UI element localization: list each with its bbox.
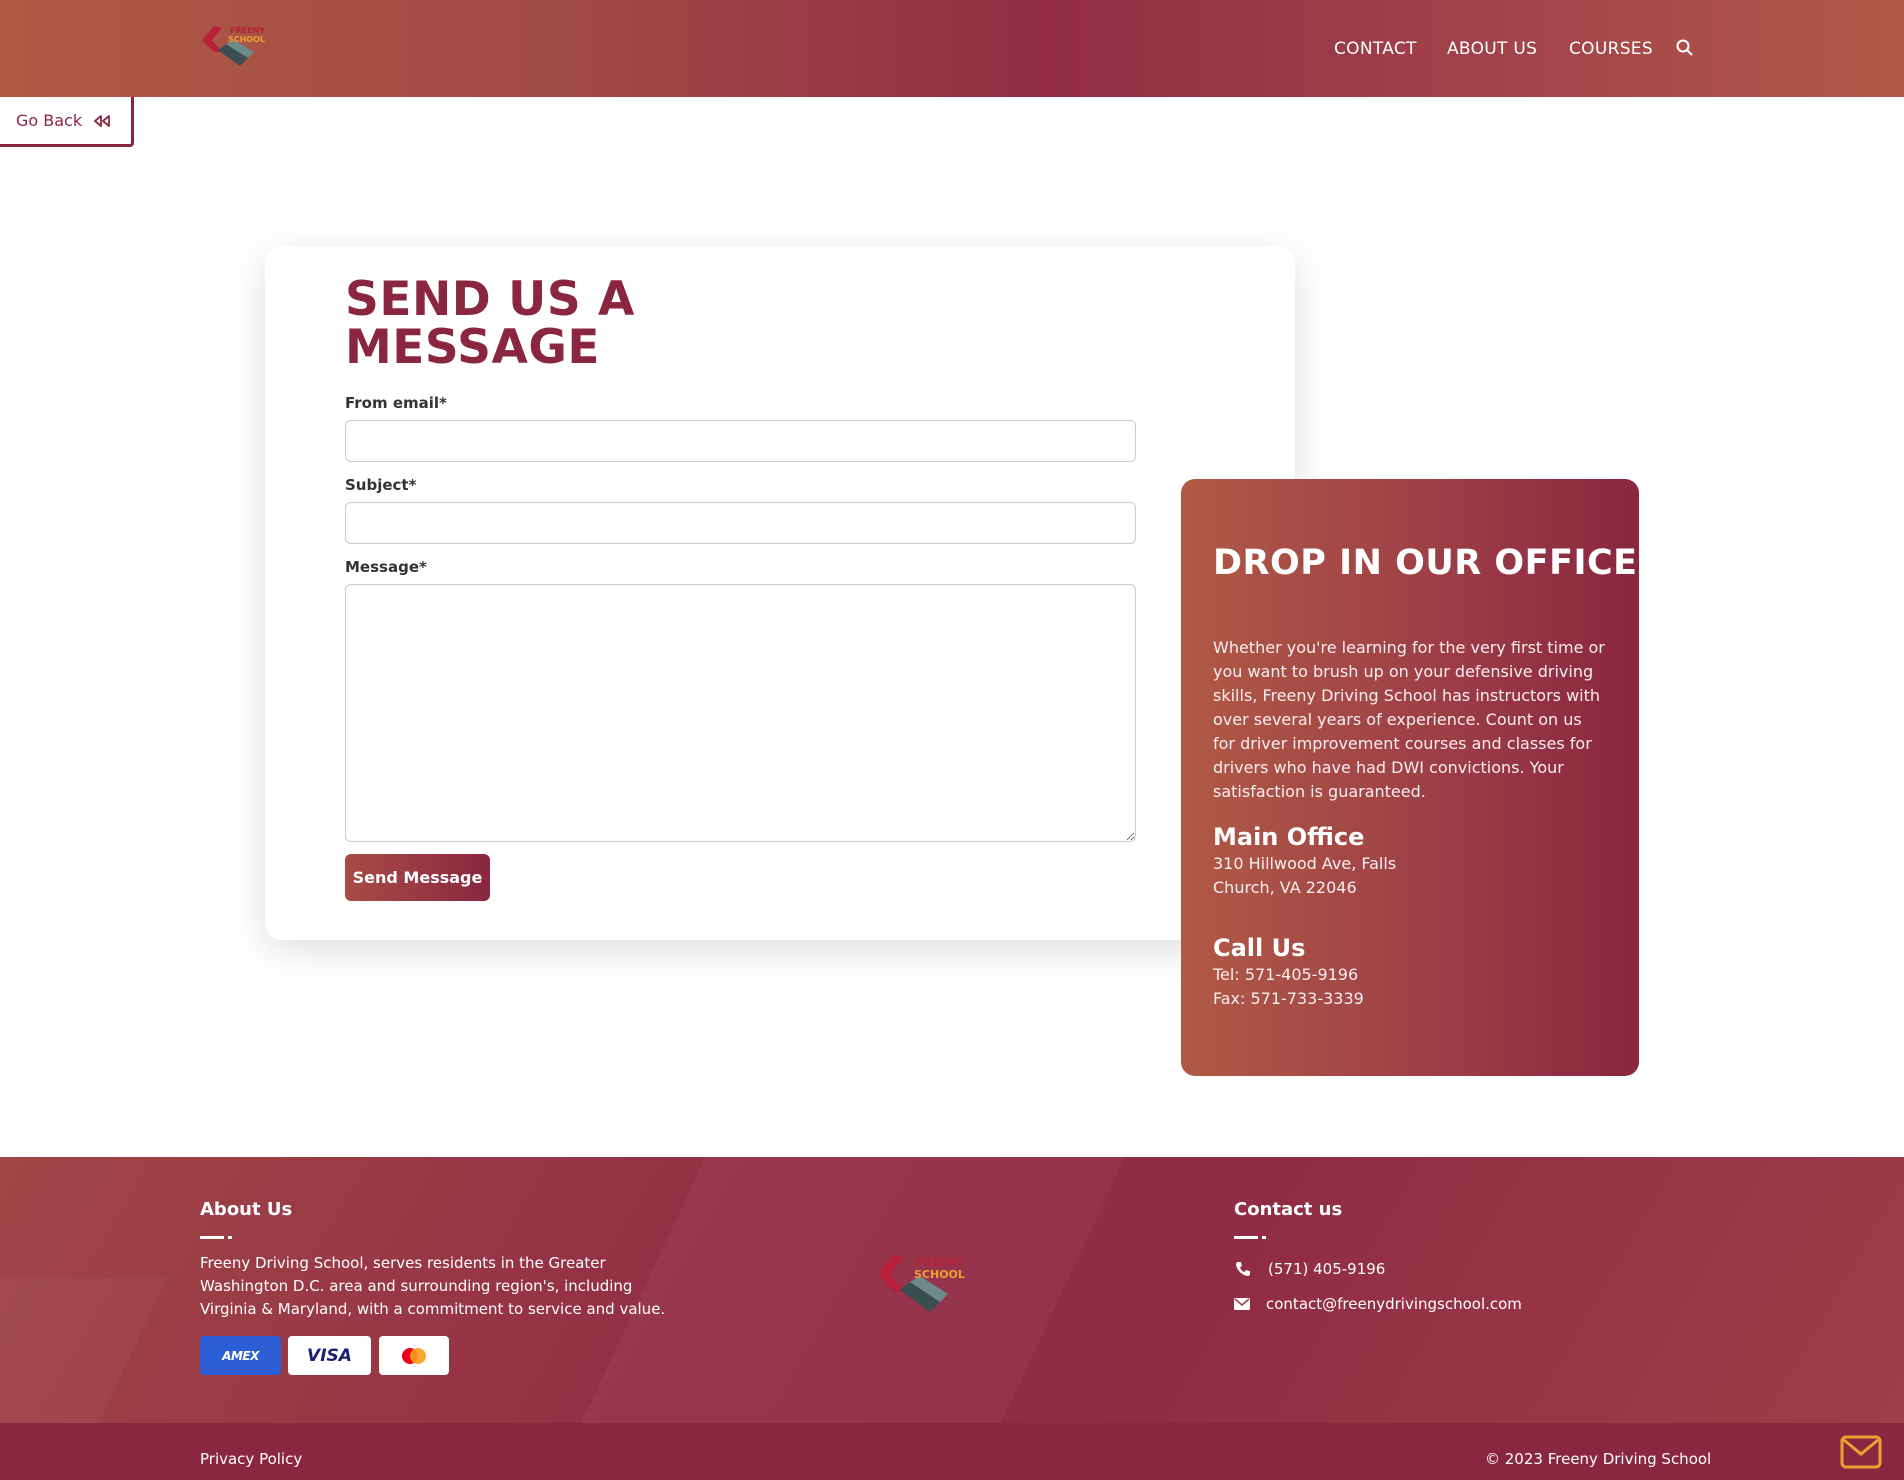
svg-text:FREENY: FREENY [230,26,265,35]
copyright-text: © 2023 Freeny Driving School [1485,1450,1712,1468]
message-field[interactable] [345,584,1136,842]
office-info-card: DROP IN OUR OFFICE Whether you're learni… [1181,479,1639,1076]
mastercard-badge [379,1336,449,1375]
nav-courses[interactable]: COURSES [1569,39,1653,59]
subject-label: Subject* [345,476,417,494]
footer-decor [0,1277,167,1423]
svg-text:SCHOOL: SCHOOL [914,1268,965,1281]
mail-icon[interactable] [1840,1435,1882,1469]
phone-icon [1236,1262,1250,1276]
address-line-2: Church, VA 22046 [1213,878,1357,897]
message-label: Message* [345,558,427,576]
office-description: Whether you're learning for the very fir… [1213,638,1605,801]
footer-email-row[interactable]: contact@freenydrivingschool.com [1234,1295,1522,1313]
nav-about-us[interactable]: ABOUT US [1447,39,1537,59]
footer-phone-row[interactable]: (571) 405-9196 [1234,1260,1385,1278]
footer-contact-heading: Contact us [1234,1199,1343,1220]
rewind-icon [94,114,111,127]
footer-divider [1262,1236,1266,1239]
form-title: SEND US A MESSAGE [345,272,635,375]
email-label: From email* [345,394,447,412]
footer-divider [228,1236,232,1239]
call-us-heading: Call Us [1213,934,1306,962]
visa-badge: VISA [288,1336,371,1375]
subject-field[interactable] [345,502,1136,544]
office-title: DROP IN OUR OFFICE [1213,543,1638,583]
send-message-button[interactable]: Send Message [345,854,490,901]
search-icon[interactable] [1675,38,1695,58]
amex-badge: AMEX [200,1336,281,1375]
footer-divider [1234,1236,1258,1239]
office-fax: Fax: 571-733-3339 [1213,989,1364,1008]
footer-logo[interactable]: FREENY SCHOOL [874,1250,968,1326]
footer-phone: (571) 405-9196 [1268,1260,1386,1278]
mastercard-icon [402,1347,426,1364]
site-header: FREENY SCHOOL CONTACT ABOUT US COURSES [0,0,1904,97]
email-icon [1234,1298,1250,1310]
privacy-policy-link[interactable]: Privacy Policy [200,1450,302,1468]
nav-contact[interactable]: CONTACT [1334,39,1417,59]
office-tel: Tel: 571-405-9196 [1213,965,1359,984]
go-back-label: Go Back [16,111,83,130]
svg-text:SCHOOL: SCHOOL [228,35,265,44]
footer-divider [200,1236,224,1239]
email-field[interactable] [345,420,1136,462]
footer-about-text: Freeny Driving School, serves residents … [200,1254,666,1318]
footer-email: contact@freenydrivingschool.com [1266,1295,1522,1313]
go-back-button[interactable]: Go Back [0,97,134,147]
footer-about-heading: About Us [200,1199,293,1220]
logo[interactable]: FREENY SCHOOL [200,22,268,74]
main-office-heading: Main Office [1213,823,1365,851]
address-line-1: 310 Hillwood Ave, Falls [1213,854,1397,873]
